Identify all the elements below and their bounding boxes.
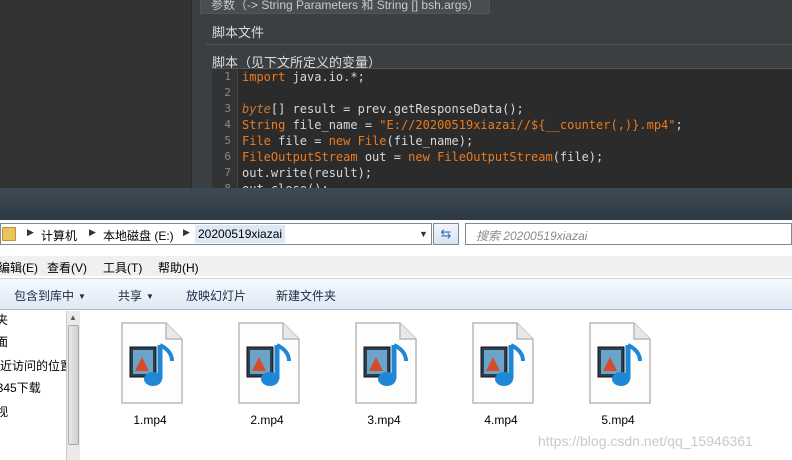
search-placeholder: 搜索 20200519xiazai	[476, 229, 588, 243]
file-item[interactable]: 3.mp4	[344, 321, 424, 431]
code-line: String file_name = "E://20200519xiazai//…	[242, 117, 683, 133]
video-file-icon	[589, 322, 651, 404]
breadcrumb-drive-e[interactable]: 本地磁盘 (E:)	[103, 227, 174, 244]
menu-view[interactable]: 查看(V)	[47, 259, 87, 276]
share-button[interactable]: 共享 ▼	[118, 287, 154, 304]
code-text: file =	[270, 134, 329, 148]
type-name: File	[242, 134, 271, 148]
nav-item[interactable]: 面	[0, 333, 8, 350]
file-item[interactable]: 5.mp4	[578, 321, 658, 431]
code-text: java.io.*;	[285, 70, 365, 84]
chevron-right-icon[interactable]: ▶	[27, 227, 34, 238]
code-line: out.write(result);	[242, 165, 683, 181]
command-bar: 包含到库中 ▼ 共享 ▼ 放映幻灯片 新建文件夹	[0, 278, 792, 310]
include-in-library-button[interactable]: 包含到库中 ▼	[14, 287, 86, 304]
type-name: FileOutputStream	[242, 150, 358, 164]
scroll-up-icon[interactable]: ▲	[69, 313, 77, 322]
new-folder-button[interactable]: 新建文件夹	[276, 287, 336, 304]
line-number: 3	[224, 102, 231, 115]
code-editor[interactable]: 1 2 3 4 5 6 7 8 import java.io.*; byte[]…	[212, 68, 792, 190]
code-text: (file_name);	[386, 134, 474, 148]
code-text: ;	[675, 118, 683, 132]
menu-bar: 编辑(E) 查看(V) 工具(T) 帮助(H)	[0, 256, 792, 276]
watermark: https://blog.csdn.net/qq_15946361	[538, 433, 753, 449]
dropdown-arrow-icon[interactable]: ▼	[419, 229, 428, 239]
breadcrumb-current-folder[interactable]: 20200519xiazai	[195, 225, 286, 243]
keyword: byte	[242, 102, 271, 116]
video-file-icon	[472, 322, 534, 404]
nav-item[interactable]: 夹	[0, 311, 8, 328]
video-file-icon	[355, 322, 417, 404]
nav-item-recent-places[interactable]: 最近访问的位置	[0, 357, 72, 374]
line-number: 6	[224, 150, 231, 163]
file-name: 4.mp4	[484, 413, 518, 427]
code-text: [] result = prev.getResponseData();	[270, 102, 524, 116]
keyword: new	[408, 150, 430, 164]
code-line: byte[] result = prev.getResponseData();	[242, 101, 683, 117]
dropdown-arrow-icon: ▼	[78, 292, 86, 301]
refresh-button[interactable]: ⇆	[433, 223, 459, 245]
line-number-gutter: 1 2 3 4 5 6 7 8	[212, 69, 238, 190]
line-number: 1	[224, 70, 231, 83]
type-name: String	[242, 118, 286, 132]
slideshow-button[interactable]: 放映幻灯片	[186, 287, 246, 304]
video-file-icon	[238, 322, 300, 404]
line-number: 5	[224, 134, 231, 147]
explorer-window: ▶ 计算机 ▶ 本地磁盘 (E:) ▶ 20200519xiazai ▼ ⇆ 搜…	[0, 188, 792, 460]
keyword: import	[242, 70, 286, 84]
line-number: 7	[224, 166, 231, 179]
breadcrumb-computer[interactable]: 计算机	[41, 227, 77, 244]
file-name: 3.mp4	[367, 413, 401, 427]
script-file-label: 脚本文件	[212, 25, 265, 40]
file-name: 2.mp4	[250, 413, 284, 427]
code-text: out.write(result);	[242, 166, 373, 180]
keyword: new	[328, 134, 351, 148]
ide-tree-panel	[0, 0, 192, 190]
dropdown-arrow-icon: ▼	[146, 292, 154, 301]
menu-edit[interactable]: 编辑(E)	[0, 259, 38, 276]
folder-icon	[2, 227, 16, 241]
explorer-titlebar[interactable]	[0, 188, 792, 220]
type-name: FileOutputStream	[437, 150, 553, 164]
file-item[interactable]: 4.mp4	[461, 321, 541, 431]
type-name: File	[357, 134, 387, 148]
menu-help[interactable]: 帮助(H)	[158, 259, 199, 276]
file-name: 5.mp4	[601, 413, 635, 427]
file-item[interactable]: 1.mp4	[110, 321, 190, 431]
menu-tools[interactable]: 工具(T)	[103, 259, 142, 276]
code-text: out =	[357, 150, 409, 164]
code-text: file_name =	[285, 118, 380, 132]
divider	[206, 44, 792, 45]
code-line: import java.io.*;	[242, 69, 683, 85]
line-number: 4	[224, 118, 231, 131]
file-item[interactable]: 2.mp4	[227, 321, 307, 431]
chevron-right-icon[interactable]: ▶	[89, 227, 96, 238]
video-file-icon	[121, 322, 183, 404]
code-line: FileOutputStream out = new FileOutputStr…	[242, 149, 683, 165]
address-bar[interactable]: ▶ 计算机 ▶ 本地磁盘 (E:) ▶ 20200519xiazai ▼	[0, 223, 432, 245]
share-label: 共享	[118, 289, 143, 303]
nav-item[interactable]: 视	[0, 403, 8, 420]
code-line: File file = new File(file_name);	[242, 133, 683, 149]
chevron-right-icon[interactable]: ▶	[183, 227, 190, 238]
string-literal: "E://20200519xiazai//${__counter(,)}.mp4…	[379, 118, 676, 132]
parameters-tab[interactable]: 参数（-> String Parameters 和 String [] bsh.…	[200, 0, 491, 14]
nav-scrollbar[interactable]: ▲	[66, 311, 80, 460]
line-number: 2	[224, 86, 231, 99]
file-list: 1.mp4 2.mp4 3.mp4 4.mp4 5.mp4 https://bl…	[82, 311, 792, 460]
refresh-icon: ⇆	[440, 226, 452, 241]
file-name: 1.mp4	[133, 413, 167, 427]
code-content[interactable]: import java.io.*; byte[] result = prev.g…	[242, 69, 683, 190]
code-text: (file);	[552, 150, 604, 164]
include-in-library-label: 包含到库中	[14, 289, 75, 303]
scrollbar-thumb[interactable]	[68, 325, 79, 445]
ide-window: 参数（-> String Parameters 和 String [] bsh.…	[0, 0, 792, 190]
nav-item-downloads[interactable]: 2345下载	[0, 379, 41, 396]
search-input[interactable]: 搜索 20200519xiazai	[465, 223, 792, 245]
